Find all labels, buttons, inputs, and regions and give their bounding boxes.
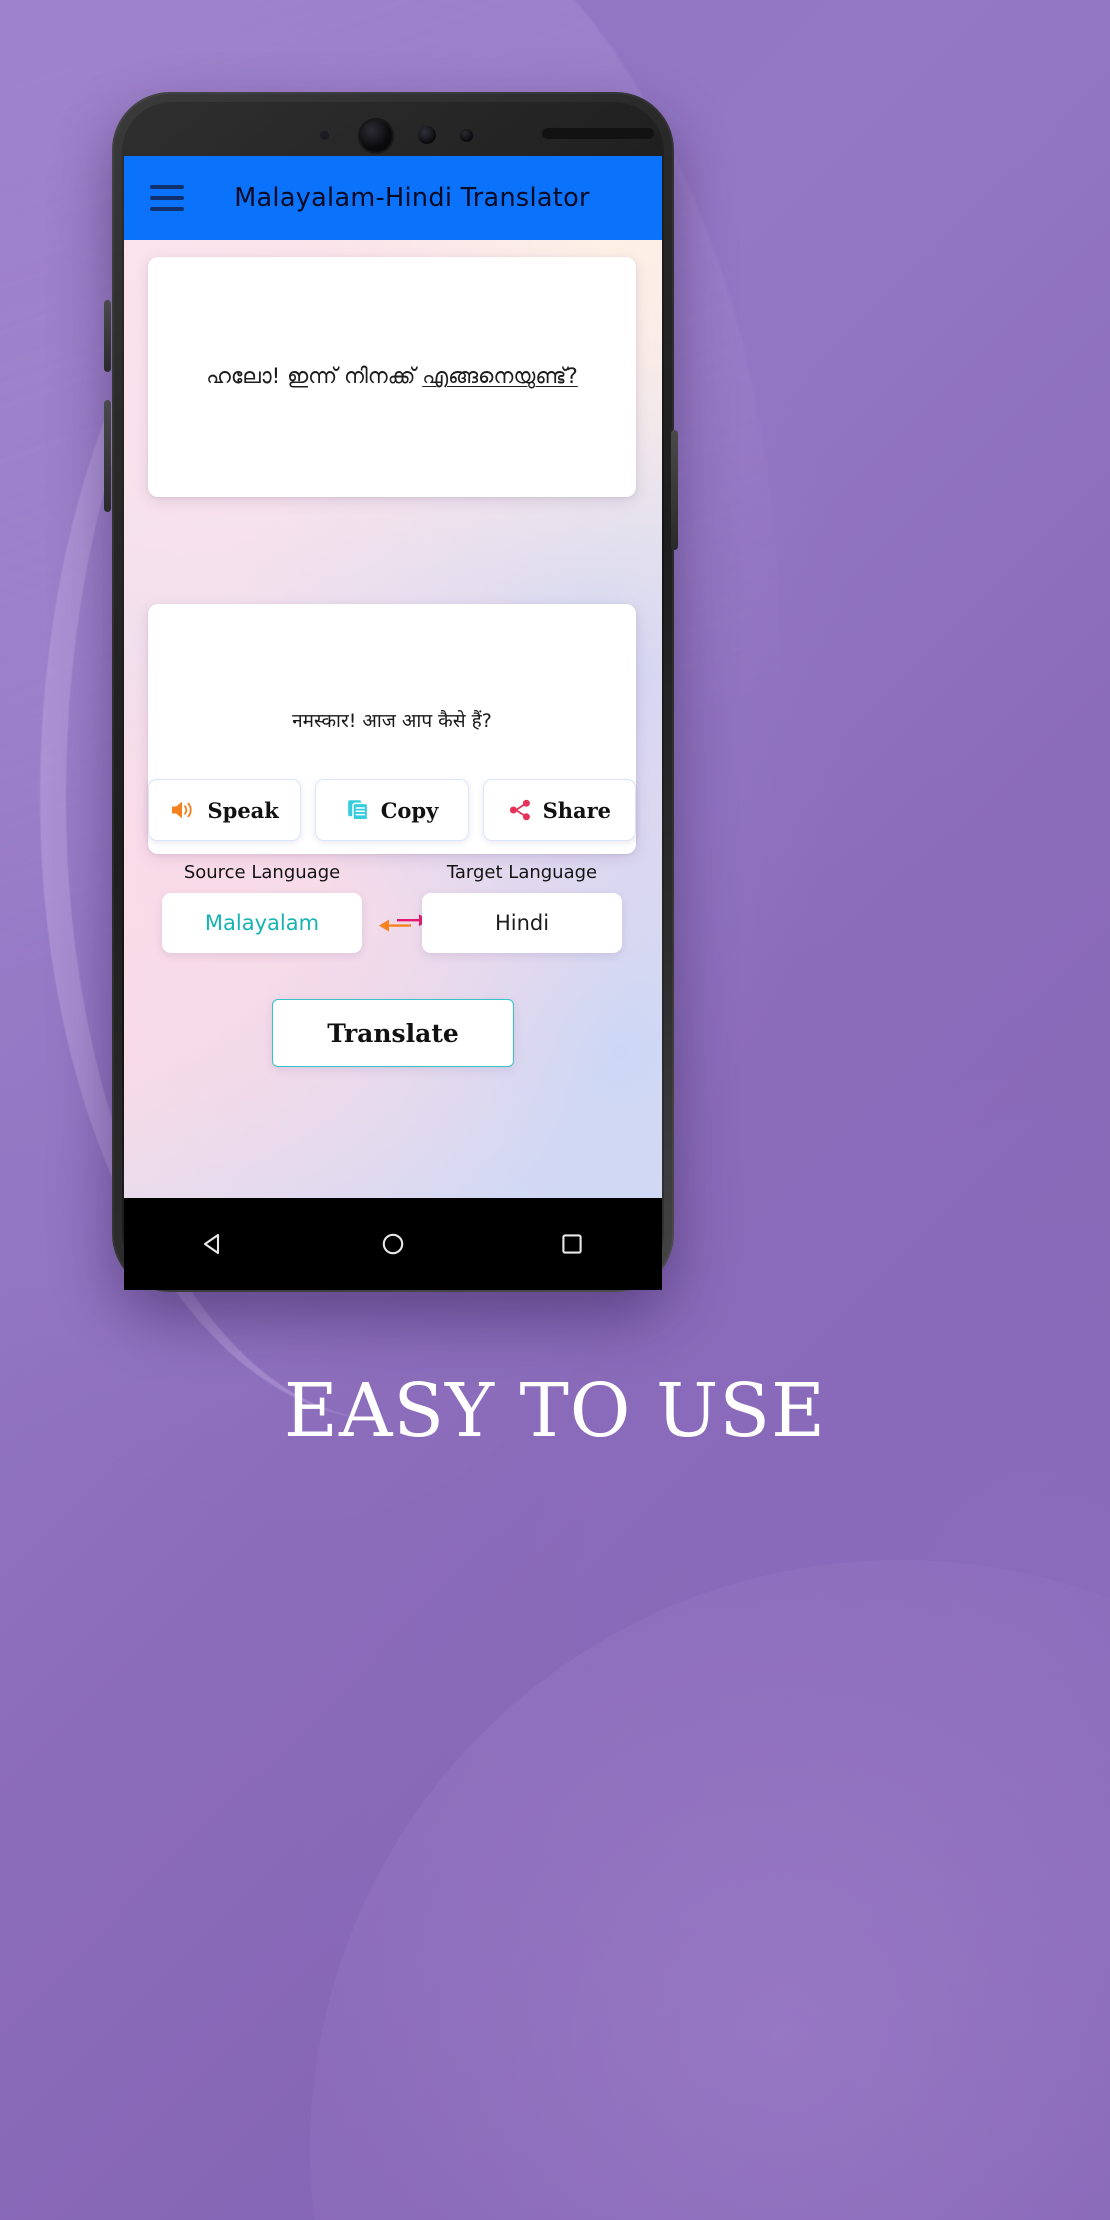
share-button[interactable]: Share (482, 779, 636, 841)
source-text-underlined: എങ്ങനെയുണ്ട്? (422, 364, 578, 390)
source-language-label: Source Language (183, 862, 341, 883)
speak-button[interactable]: Speak (148, 779, 302, 841)
source-language-select[interactable]: Malayalam (162, 893, 362, 953)
source-text: ഹലോ! ഇന്ന് നിനക്ക് എങ്ങനെയുണ്ട്? (190, 362, 594, 391)
language-selector-row: Source Language Target Language Malayala… (148, 862, 636, 972)
phone-screen: Malayalam-Hindi Translator ഹലോ! ഇന്ന് നി… (124, 156, 662, 1198)
hamburger-menu-icon[interactable] (150, 185, 184, 211)
speak-button-label: Speak (207, 797, 279, 823)
target-language-select[interactable]: Hindi (422, 893, 622, 953)
target-language-label: Target Language (446, 862, 598, 883)
android-navigation-bar (124, 1198, 662, 1290)
app-bar: Malayalam-Hindi Translator (124, 156, 662, 240)
target-text: नमस्कार! आज आप कैसे हैं? (292, 710, 492, 732)
promo-screenshot: Malayalam-Hindi Translator ഹലോ! ഇന്ന് നി… (0, 0, 1110, 2220)
translate-button-label: Translate (327, 1018, 459, 1048)
volume-up-button[interactable] (104, 300, 111, 372)
home-circle-icon[interactable] (378, 1229, 408, 1259)
proximity-sensor-icon (418, 126, 436, 144)
copy-documents-icon (347, 800, 369, 821)
earpiece-speaker (542, 128, 654, 139)
promo-caption: EASY TO USE (283, 1368, 827, 1454)
translate-button[interactable]: Translate (272, 999, 514, 1067)
front-camera-icon (360, 120, 392, 152)
share-nodes-icon (509, 799, 530, 821)
speaker-volume-icon (172, 801, 193, 819)
source-text-plain: ഹലോ! ഇന്ന് നിനക്ക് (206, 364, 423, 390)
sensor-dot-small (320, 131, 329, 140)
share-button-label: Share (542, 797, 612, 823)
light-sensor-icon (460, 129, 473, 142)
power-button[interactable] (671, 430, 678, 550)
back-triangle-icon[interactable] (199, 1229, 229, 1259)
recents-square-icon[interactable] (557, 1229, 587, 1259)
action-buttons-row: Speak Copy Share (148, 779, 636, 841)
source-text-card[interactable]: ഹലോ! ഇന്ന് നിനക്ക് എങ്ങനെയുണ്ട്? (148, 257, 636, 497)
source-language-value: Malayalam (204, 911, 320, 935)
page-title: Malayalam-Hindi Translator (234, 183, 590, 213)
copy-button[interactable]: Copy (315, 779, 469, 841)
copy-button-label: Copy (380, 797, 439, 823)
volume-down-button[interactable] (104, 400, 111, 512)
target-language-value: Hindi (494, 911, 550, 935)
